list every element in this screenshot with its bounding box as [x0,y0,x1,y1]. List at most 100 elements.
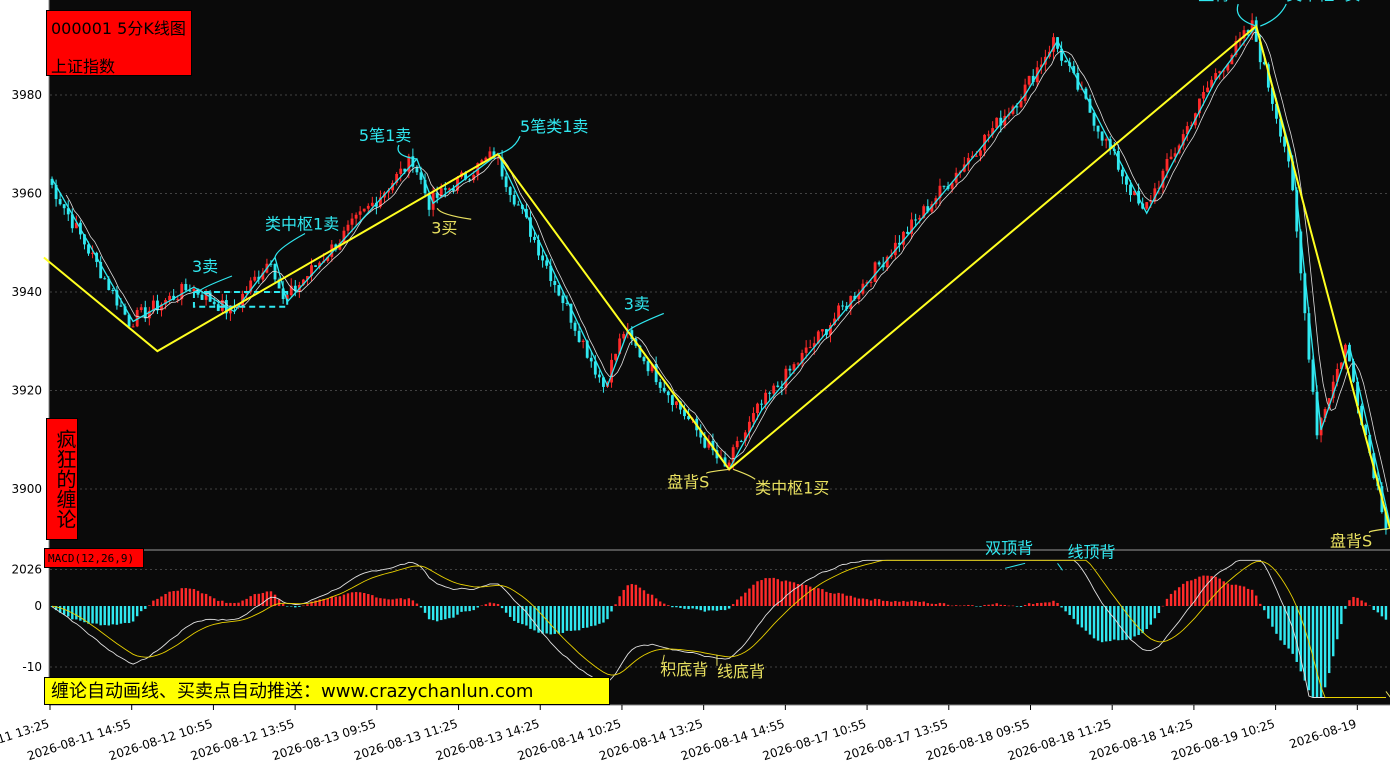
macd-bar [285,606,289,607]
macd-bar [123,606,127,623]
candle-body [1096,125,1100,132]
candle-body [902,231,905,245]
macd-bar [1182,583,1185,606]
macd-bar [1141,606,1144,634]
macd-bar [440,606,443,621]
macd-bar [204,593,208,606]
macd-bar [756,581,759,606]
macd-bar [1372,606,1375,611]
macd-bar [1323,606,1327,688]
macd-bar [954,605,958,606]
macd-bar [760,580,763,606]
macd-bar [371,595,374,606]
y-tick-label: 3940 [11,285,42,299]
macd-bar [160,596,163,606]
macd-bar [358,592,362,606]
macd-bar [456,606,459,615]
macd-bar [695,606,698,610]
candle-body [533,236,536,240]
macd-bar [1356,597,1359,606]
macd-bar [508,606,512,617]
divergence-label: 积底背 [660,660,708,679]
macd-bar [1149,606,1153,625]
macd-bar [1109,606,1112,642]
candle-body [253,276,257,281]
candle-body [735,441,739,448]
macd-bar [367,594,370,606]
macd-bar [918,601,921,606]
macd-bar [407,598,411,606]
signal-label: 类中枢1卖 [1286,0,1360,4]
macd-bar [472,606,475,611]
macd-bar [857,598,861,606]
macd-title: MACD(12,26,9) [44,548,144,568]
macd-bar [569,606,573,631]
candle-body [103,278,107,280]
candle-body [131,326,135,328]
candle-body [776,385,780,387]
macd-bar [780,581,784,606]
candle-body [370,202,374,206]
macd-bar [298,606,301,607]
macd-bar [768,578,771,606]
macd-bar [630,584,634,606]
signal-label: 3卖 [624,294,650,313]
macd-bar [1137,606,1140,635]
chart-title: 000001 5分K线图 [51,19,186,38]
candle-body [942,185,946,187]
macd-bar [87,606,90,624]
macd-bar [444,606,447,620]
candle-body [764,392,768,405]
macd-bar [188,588,192,606]
candle-body [768,392,772,394]
macd-bar [703,606,707,612]
macd-bar [1259,603,1262,606]
macd-bar [1019,606,1023,607]
macd-bar [200,593,204,606]
macd-bar [1295,606,1298,662]
macd-bar [237,602,240,606]
macd-bar [740,596,743,606]
macd-bar [513,606,516,621]
macd-bar [719,606,723,610]
macd-bar [363,592,366,606]
candle-body [841,305,845,307]
macd-bar [1007,605,1011,607]
candle-body [358,211,362,215]
candle-body [143,307,147,319]
title-box: 000001 5分K线图 上证指数 [46,10,192,76]
candle-body [581,340,585,343]
kline-chart: 3900392039403960398020260-102026-08-11 1… [0,0,1390,775]
macd-bar [1036,603,1039,606]
signal-label: 3卖 [192,257,218,276]
macd-bar [95,606,98,624]
macd-bar [610,606,613,612]
candle-body [820,329,824,332]
macd-bar [484,604,488,606]
macd-bar [963,605,966,606]
macd-bar [419,606,423,608]
macd-bar [877,599,881,606]
macd-bar [1145,606,1148,630]
candle-body [139,307,143,311]
candle-body [808,347,812,349]
candle-body [784,368,788,388]
candle-body [869,281,873,283]
macd-bar [346,593,350,606]
macd-bar [898,601,901,606]
macd-bar [350,592,354,606]
macd-bar [1048,602,1051,606]
macd-bar [1332,606,1335,657]
signal-label: 盘背S [1330,531,1372,550]
macd-bar [1226,583,1230,606]
macd-bar [1315,606,1319,698]
macd-bar [517,606,520,623]
macd-bar [752,584,755,606]
macd-bar [1271,606,1274,627]
candle-body [1064,60,1068,63]
macd-bar [464,606,467,612]
y-tick-label: 3920 [11,384,42,398]
macd-bar [330,596,334,606]
macd-bar [156,598,159,606]
macd-bar [391,599,394,606]
